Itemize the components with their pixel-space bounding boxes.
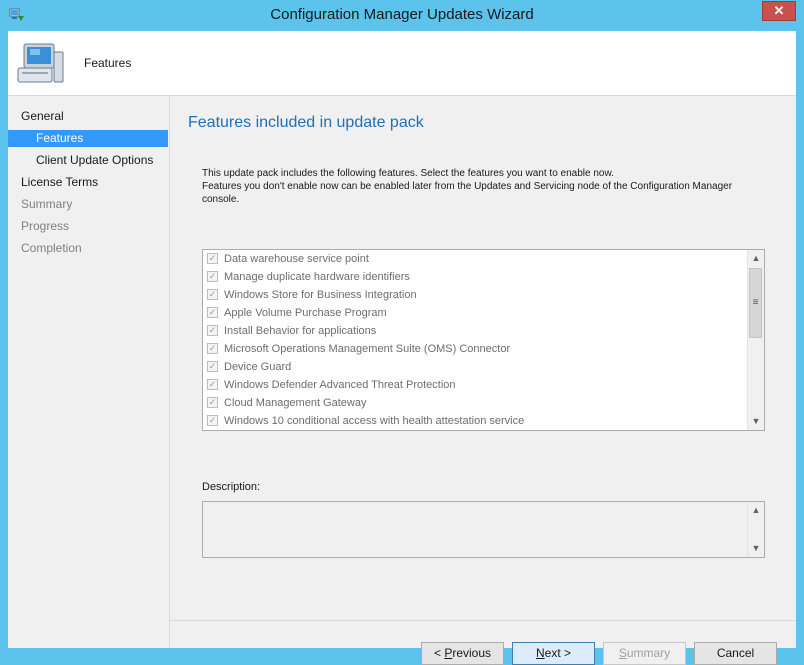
scroll-up-icon[interactable]: ▲ bbox=[748, 502, 764, 519]
main-panel: Features included in update pack This up… bbox=[170, 96, 796, 665]
features-list[interactable]: ✓ Data warehouse service point ✓ Manage du… bbox=[202, 249, 765, 431]
scroll-up-icon[interactable]: ▲ bbox=[748, 250, 764, 267]
description-label: Description: bbox=[202, 481, 261, 493]
summary-label: ummary bbox=[626, 646, 671, 660]
nav-item-label: Features bbox=[36, 131, 84, 145]
description-box[interactable]: ▲ ▼ bbox=[202, 501, 765, 558]
scroll-thumb[interactable]: ≡ bbox=[749, 268, 762, 338]
nav-item-client-update-options[interactable]: Client Update Options bbox=[8, 152, 168, 169]
feature-item[interactable]: ✓ Device Guard bbox=[207, 358, 743, 376]
checkbox-checked-icon[interactable]: ✓ bbox=[207, 289, 218, 300]
feature-label: Manage duplicate hardware identifiers bbox=[224, 271, 410, 283]
feature-label: Device Guard bbox=[224, 361, 292, 373]
next-button[interactable]: Next > bbox=[512, 642, 595, 665]
summary-accelerator: S bbox=[618, 646, 627, 660]
intro-line-1: This update pack includes the following … bbox=[202, 168, 614, 179]
feature-item[interactable]: ✓ Manage duplicate hardware identifiers bbox=[207, 268, 743, 286]
feature-label: Windows 10 conditional access with healt… bbox=[224, 415, 525, 427]
nav-item-progress: Progress bbox=[8, 218, 168, 235]
checkbox-checked-icon[interactable]: ✓ bbox=[207, 307, 218, 318]
window-title: Configuration Manager Updates Wizard bbox=[270, 6, 534, 23]
intro-line-2: Features you don't enable now can be ena… bbox=[202, 181, 733, 205]
previous-button[interactable]: < Previous bbox=[421, 642, 504, 665]
feature-item[interactable]: ✓ Windows Defender Advanced Threat Protec… bbox=[207, 376, 743, 394]
feature-label: Windows Defender Advanced Threat Protect… bbox=[224, 379, 456, 391]
nav-item-label: Progress bbox=[21, 219, 70, 233]
scroll-down-icon[interactable]: ▼ bbox=[748, 540, 764, 557]
checkbox-checked-icon[interactable]: ✓ bbox=[207, 253, 218, 264]
nav-item-features[interactable]: Features bbox=[8, 130, 168, 147]
feature-item[interactable]: ✓ Windows Store for Business Integration bbox=[207, 286, 743, 304]
nav-item-label: License Terms bbox=[21, 175, 99, 189]
feature-item[interactable]: ✓ Apple Volume Purchase Program bbox=[207, 304, 743, 322]
nav-item-completion: Completion bbox=[8, 240, 168, 257]
nav-item-summary: Summary bbox=[8, 196, 168, 213]
description-scrollbar[interactable]: ▲ ▼ bbox=[747, 502, 764, 557]
nav-item-label: Completion bbox=[21, 241, 82, 255]
checkbox-checked-icon[interactable]: ✓ bbox=[207, 397, 218, 408]
computer-icon bbox=[17, 43, 64, 83]
feature-label: Microsoft Operations Management Suite (O… bbox=[224, 343, 511, 355]
feature-label: Apple Volume Purchase Program bbox=[224, 307, 387, 319]
features-scrollbar[interactable]: ▲ ≡ ▼ bbox=[747, 250, 764, 430]
checkbox-checked-icon[interactable]: ✓ bbox=[207, 415, 218, 426]
summary-button: Summary bbox=[603, 642, 686, 665]
page-title: Features included in update pack bbox=[188, 114, 424, 131]
button-separator bbox=[170, 620, 796, 621]
checkbox-checked-icon[interactable]: ✓ bbox=[207, 343, 218, 354]
header-title: Features bbox=[84, 56, 132, 70]
nav-item-label: Client Update Options bbox=[36, 153, 154, 167]
previous-label: revious bbox=[452, 646, 492, 660]
title-bar[interactable]: Configuration Manager Updates Wizard ✕ bbox=[0, 0, 804, 32]
checkbox-checked-icon[interactable]: ✓ bbox=[207, 325, 218, 336]
feature-item[interactable]: ✓ Microsoft Operations Management Suite (… bbox=[207, 340, 743, 358]
feature-item[interactable]: ✓ Windows 10 conditional access with heal… bbox=[207, 412, 743, 430]
wizard-body: Features General Features Client Update … bbox=[8, 31, 796, 665]
feature-item[interactable]: ✓ Cloud Management Gateway bbox=[207, 394, 743, 412]
nav-item-label: General bbox=[21, 109, 64, 123]
feature-label: Windows Store for Business Integration bbox=[224, 289, 417, 301]
wizard-window: Configuration Manager Updates Wizard ✕ F… bbox=[0, 0, 804, 665]
checkbox-checked-icon[interactable]: ✓ bbox=[207, 379, 218, 390]
next-accelerator: N bbox=[535, 646, 545, 660]
wizard-navigation: General Features Client Update Options L… bbox=[8, 96, 170, 648]
feature-label: Data warehouse service point bbox=[224, 253, 369, 265]
close-button[interactable]: ✕ bbox=[762, 1, 796, 21]
feature-item[interactable]: ✓ Data warehouse service point bbox=[207, 250, 743, 268]
next-label: ext > bbox=[544, 646, 572, 660]
intro-text: This update pack includes the following … bbox=[202, 167, 742, 206]
wizard-header: Features bbox=[8, 31, 796, 96]
nav-item-general[interactable]: General bbox=[8, 108, 168, 125]
checkbox-checked-icon[interactable]: ✓ bbox=[207, 361, 218, 372]
feature-label: Install Behavior for applications bbox=[224, 325, 377, 337]
previous-prefix: < bbox=[433, 646, 445, 660]
nav-item-license-terms[interactable]: License Terms bbox=[8, 174, 168, 191]
nav-item-label: Summary bbox=[21, 197, 73, 211]
scroll-down-icon[interactable]: ▼ bbox=[748, 413, 764, 430]
feature-label: Cloud Management Gateway bbox=[224, 397, 367, 409]
cancel-button[interactable]: Cancel bbox=[694, 642, 777, 665]
feature-item[interactable]: ✓ Install Behavior for applications bbox=[207, 322, 743, 340]
checkbox-checked-icon[interactable]: ✓ bbox=[207, 271, 218, 282]
